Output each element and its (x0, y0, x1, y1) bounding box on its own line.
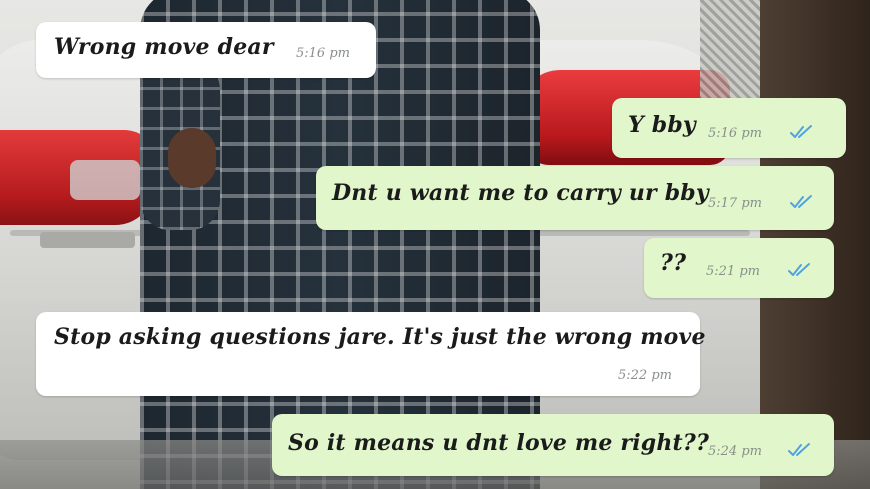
message-bubble-outgoing[interactable]: So it means u dnt love me right?? 5:24 p… (272, 414, 834, 476)
message-bubble-incoming[interactable]: Wrong move dear 5:16 pm (36, 22, 376, 78)
message-bubble-outgoing[interactable]: Dnt u want me to carry ur bby 5:17 pm (316, 166, 834, 230)
message-timestamp: 5:16 pm (296, 46, 350, 61)
message-bubble-outgoing[interactable]: Y bby 5:16 pm (612, 98, 846, 158)
message-timestamp: 5:16 pm (708, 126, 762, 141)
message-timestamp: 5:21 pm (706, 264, 760, 279)
car-badge (40, 232, 135, 248)
message-text: Y bby (628, 112, 696, 138)
message-text: So it means u dnt love me right?? (288, 430, 710, 456)
message-timestamp: 5:17 pm (708, 196, 762, 211)
double-check-read-icon (788, 443, 810, 456)
message-text: Dnt u want me to carry ur bby (332, 180, 709, 206)
message-text: Wrong move dear (54, 34, 274, 60)
message-timestamp: 5:24 pm (708, 444, 762, 459)
double-check-read-icon (788, 263, 810, 276)
message-text: Stop asking questions jare. It's just th… (54, 324, 706, 350)
message-timestamp: 5:22 pm (618, 368, 672, 383)
double-check-read-icon (790, 125, 812, 138)
message-bubble-outgoing[interactable]: ?? 5:21 pm (644, 238, 834, 298)
message-bubble-incoming[interactable]: Stop asking questions jare. It's just th… (36, 312, 706, 396)
message-text: ?? (660, 250, 687, 276)
car-taillight-left-lens (70, 160, 140, 200)
person-hand (168, 128, 216, 188)
double-check-read-icon (790, 195, 812, 208)
